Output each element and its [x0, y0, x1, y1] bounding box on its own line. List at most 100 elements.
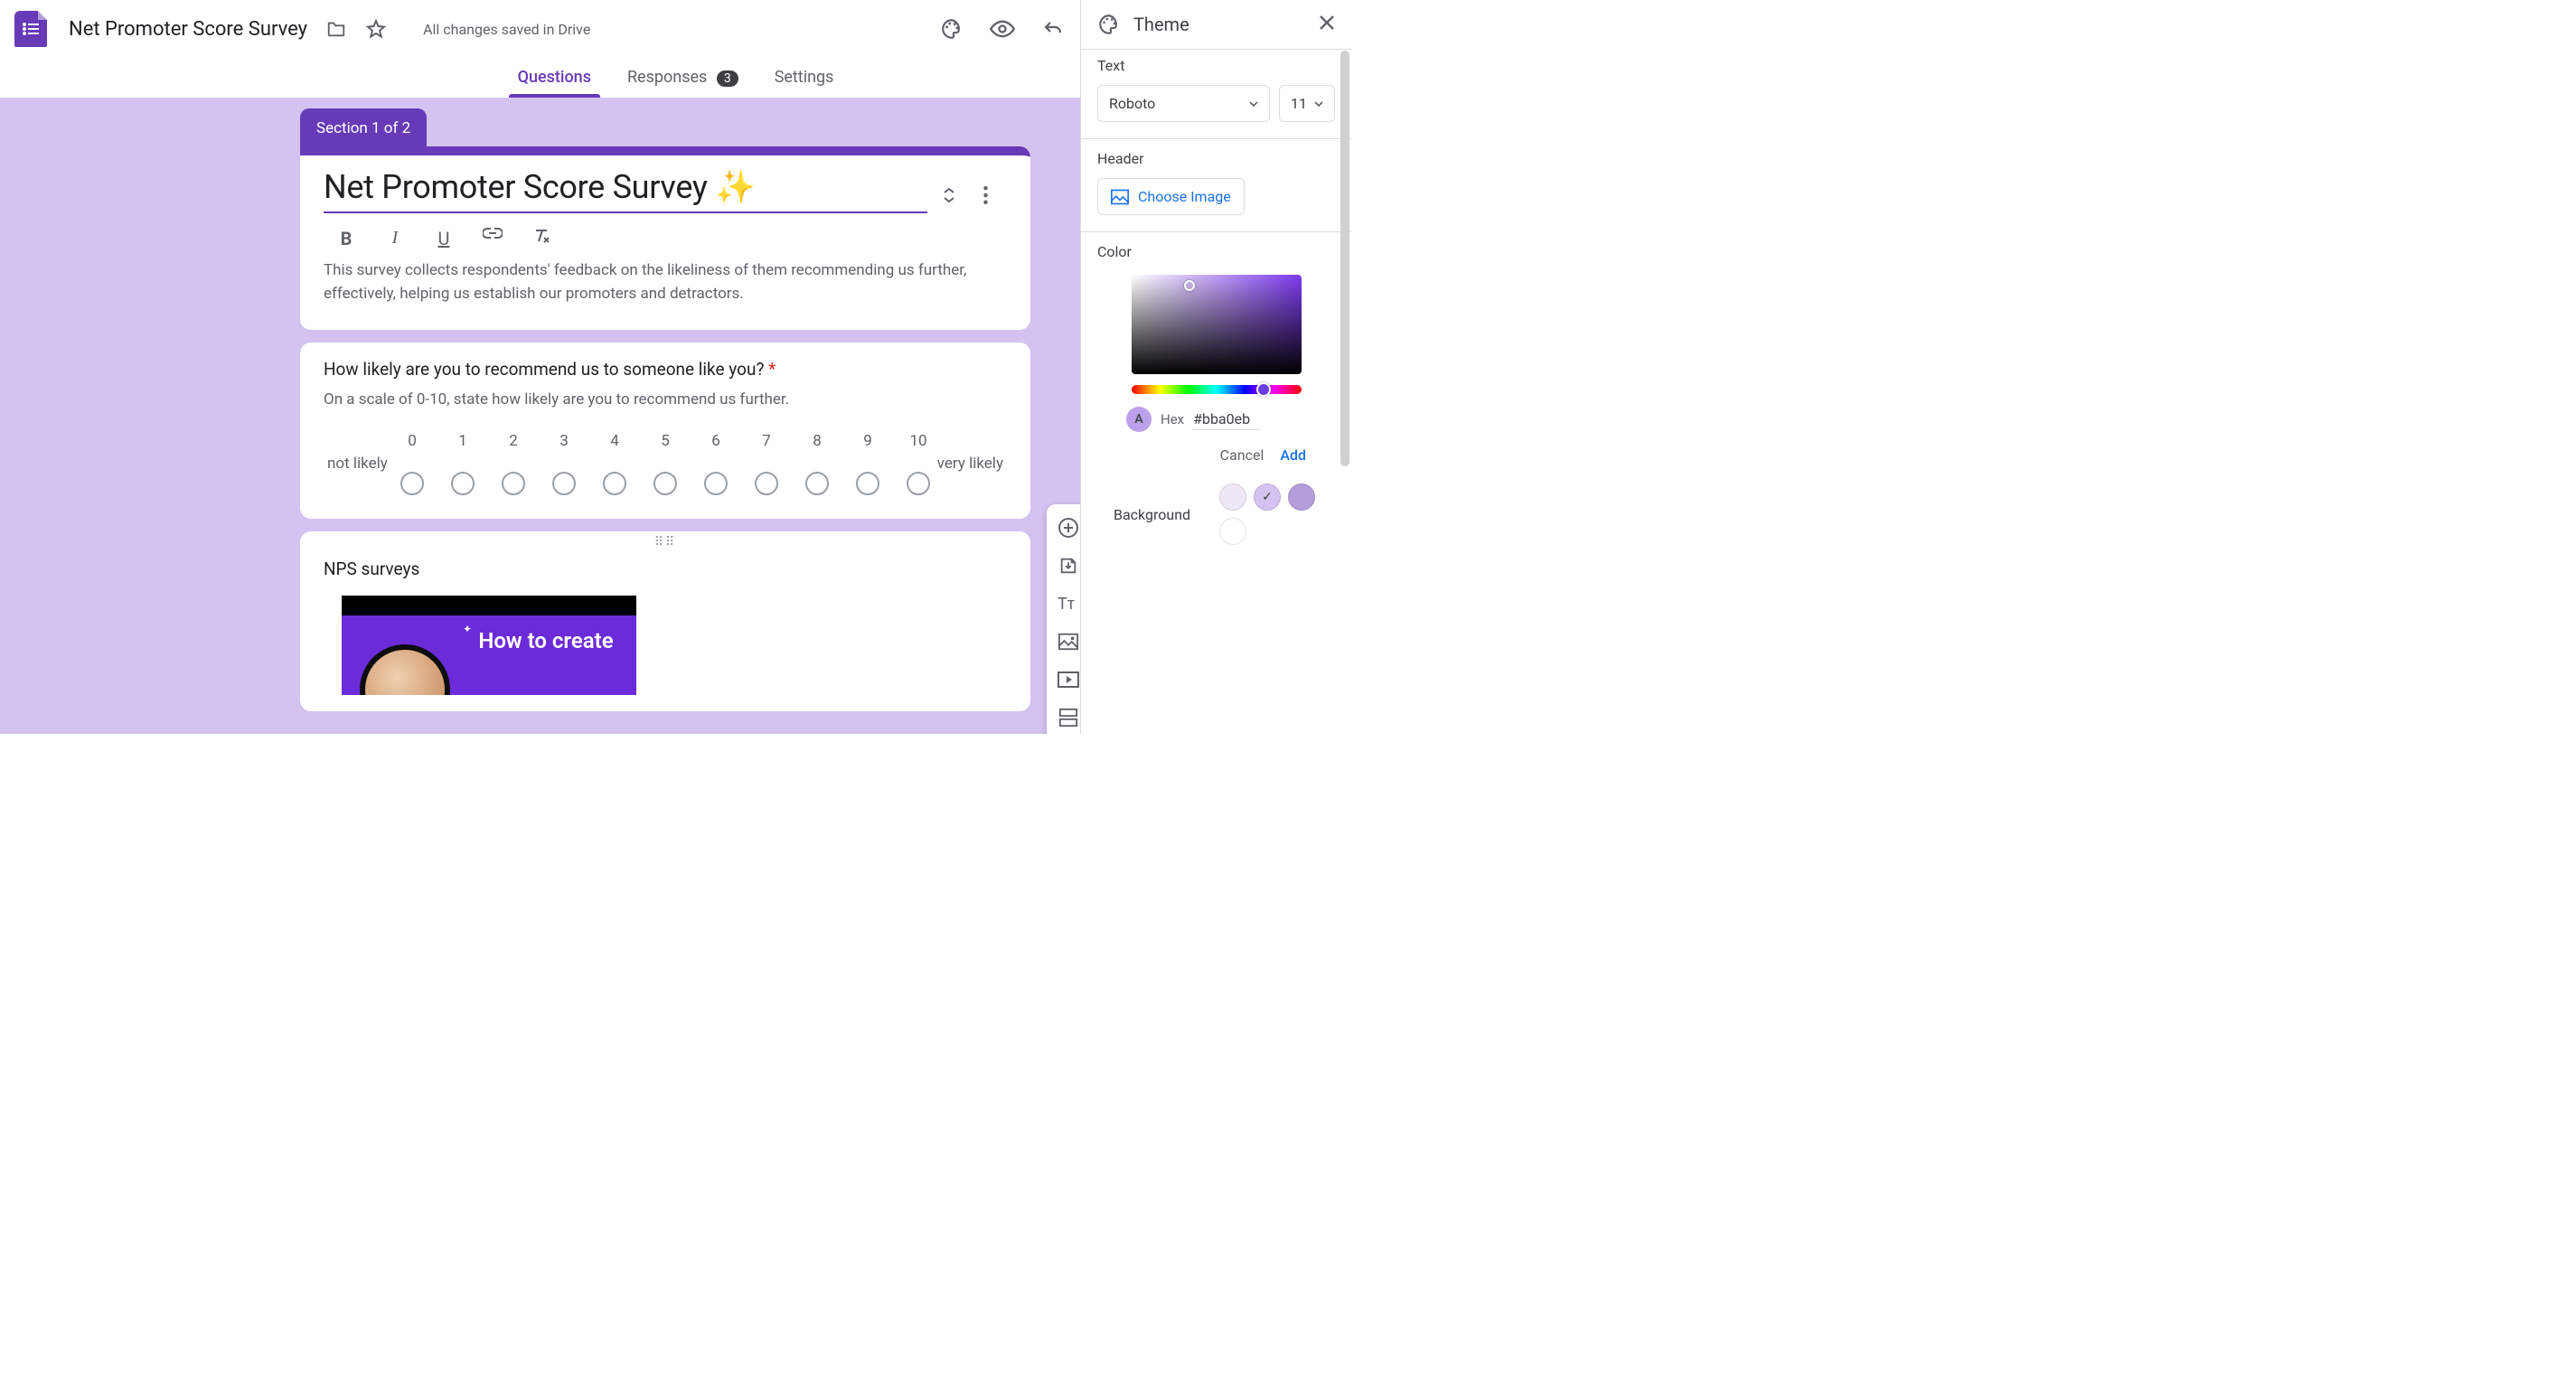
chevron-down-icon	[1314, 101, 1323, 107]
import-icon	[1058, 556, 1078, 576]
close-icon	[1319, 14, 1335, 31]
responses-count-badge: 3	[717, 70, 738, 87]
customize-theme-button[interactable]	[939, 16, 964, 42]
collapse-icon	[943, 188, 955, 202]
scale-radio-0[interactable]	[400, 472, 424, 495]
color-saturation-picker[interactable]	[1132, 275, 1302, 374]
form-column: Section 1 of 2 Net Promoter Score Survey…	[300, 98, 1030, 711]
chevron-down-icon	[1249, 101, 1258, 107]
bg-swatch-darker[interactable]	[1288, 484, 1315, 511]
form-header-card[interactable]: Net Promoter Score Survey ✨ B I U	[300, 146, 1030, 330]
scrollbar-thumb	[1340, 51, 1349, 466]
title-icon: Tᴛ	[1058, 595, 1079, 613]
color-add-button[interactable]: Add	[1280, 446, 1306, 464]
theme-panel-body: Text Roboto 11 Header Choose Image Color	[1081, 50, 1351, 733]
format-toolbar: B I U	[324, 222, 1007, 258]
form-title-input[interactable]: Net Promoter Score Survey ✨	[324, 168, 927, 213]
video-overlay-text: How to create	[474, 628, 618, 654]
add-title-button[interactable]: Tᴛ	[1058, 593, 1079, 615]
add-video-button[interactable]	[1058, 669, 1079, 690]
image-icon	[1111, 189, 1129, 205]
section-more-button[interactable]	[971, 186, 1000, 204]
color-cancel-button[interactable]: Cancel	[1220, 446, 1264, 464]
form-description[interactable]: This survey collects respondents' feedba…	[324, 258, 1007, 314]
import-questions-button[interactable]	[1058, 555, 1079, 577]
eye-icon	[990, 20, 1015, 38]
question-card-linear-scale[interactable]: How likely are you to recommend us to so…	[300, 343, 1030, 519]
font-family-select[interactable]: Roboto	[1097, 85, 1270, 122]
scale-radio-10[interactable]	[907, 472, 930, 495]
color-section-label: Color	[1097, 243, 1335, 260]
scale-radio-3[interactable]	[552, 472, 576, 495]
background-row: Background ✓	[1097, 464, 1335, 545]
undo-button[interactable]	[1040, 16, 1066, 42]
save-status: All changes saved in Drive	[423, 21, 590, 38]
video-icon	[1058, 671, 1079, 688]
theme-text-section: Text Roboto 11	[1081, 50, 1351, 139]
list-icon	[23, 23, 39, 35]
scale-low-label: not likely	[327, 455, 400, 473]
video-question-title[interactable]: NPS surveys	[324, 559, 1007, 579]
scale-radio-6[interactable]	[704, 472, 728, 495]
tab-responses[interactable]: Responses 3	[622, 59, 744, 98]
color-picker-actions: Cancel Add	[1097, 432, 1335, 464]
choose-header-image-button[interactable]: Choose Image	[1097, 178, 1245, 215]
clear-format-button[interactable]	[530, 228, 553, 249]
more-vertical-icon	[983, 186, 988, 204]
drag-handle-icon[interactable]: ⠿⠿	[324, 535, 1007, 549]
video-person-avatar	[360, 644, 450, 695]
question-subtitle: On a scale of 0-10, state how likely are…	[324, 390, 1007, 408]
add-section-button[interactable]	[1058, 707, 1079, 728]
scale-radio-5[interactable]	[653, 472, 677, 495]
tab-questions[interactable]: Questions	[512, 59, 597, 98]
underline-button[interactable]: U	[432, 228, 456, 249]
bg-swatch-selected[interactable]: ✓	[1254, 484, 1281, 511]
add-image-button[interactable]	[1058, 631, 1079, 653]
bold-button[interactable]: B	[334, 228, 358, 249]
header-section-label: Header	[1097, 150, 1335, 167]
star-icon	[365, 18, 387, 40]
scale-radio-1[interactable]	[451, 472, 475, 495]
font-size-select[interactable]: 11	[1279, 85, 1335, 122]
scale-radio-9[interactable]	[856, 472, 879, 495]
collapse-section-button[interactable]	[935, 188, 964, 202]
scale-radio-8[interactable]	[805, 472, 829, 495]
background-swatches: ✓	[1219, 484, 1319, 545]
theme-panel: Theme Text Roboto 11 Header Choose	[1080, 0, 1351, 734]
scale-high-label: very likely	[930, 455, 1003, 473]
bg-swatch-white[interactable]	[1219, 518, 1246, 545]
scale-radio-2[interactable]	[502, 472, 525, 495]
text-section-label: Text	[1097, 57, 1335, 74]
hex-input[interactable]	[1193, 408, 1260, 430]
scale-radio-4[interactable]	[603, 472, 626, 495]
move-to-folder-button[interactable]	[325, 19, 347, 39]
video-thumbnail[interactable]: ✦ How to create	[342, 596, 636, 695]
question-title: How likely are you to recommend us to so…	[324, 359, 1007, 380]
theme-header-section: Header Choose Image	[1081, 139, 1351, 232]
tab-settings[interactable]: Settings	[769, 59, 840, 98]
required-indicator: *	[768, 359, 776, 380]
star-button[interactable]	[365, 18, 387, 40]
tab-responses-label: Responses	[627, 68, 707, 87]
section-indicator: Section 1 of 2	[300, 108, 427, 146]
theme-color-section: Color A Hex Cancel Add Background ✓	[1081, 232, 1351, 545]
preview-button[interactable]	[990, 16, 1015, 42]
scale-radio-7[interactable]	[755, 472, 778, 495]
forms-logo[interactable]	[14, 11, 47, 47]
hex-input-row: A Hex	[1097, 407, 1335, 432]
palette-icon	[940, 17, 964, 41]
italic-button[interactable]: I	[383, 228, 407, 249]
document-title[interactable]: Net Promoter Score Survey	[69, 18, 307, 41]
question-card-video[interactable]: ⠿⠿ NPS surveys ✦ How to create	[300, 531, 1030, 711]
theme-panel-title: Theme	[1133, 14, 1189, 35]
clear-format-icon	[532, 228, 550, 246]
color-picker-cursor	[1184, 280, 1195, 291]
add-question-button[interactable]	[1058, 517, 1079, 539]
linear-scale: not likely 0 1 2 3 4 5 6 7 8 9 10 very l…	[324, 432, 1007, 502]
close-theme-button[interactable]	[1319, 14, 1335, 35]
hue-slider[interactable]	[1132, 385, 1302, 394]
hex-swatch-preview: A	[1126, 407, 1152, 432]
bg-swatch-lightest[interactable]	[1219, 484, 1246, 511]
link-button[interactable]	[481, 228, 504, 249]
theme-scrollbar[interactable]	[1340, 51, 1349, 734]
